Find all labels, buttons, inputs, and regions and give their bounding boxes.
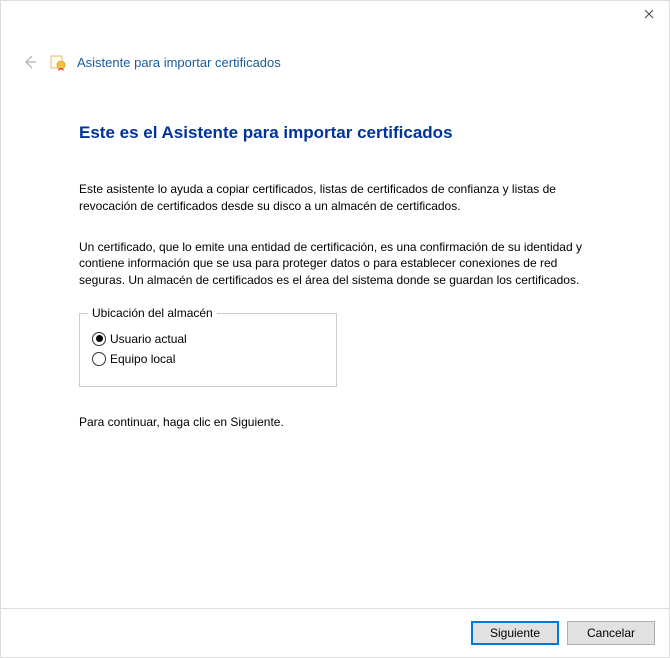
wizard-content: Este es el Asistente para importar certi… (1, 83, 669, 608)
close-button[interactable] (641, 7, 657, 23)
wizard-title: Asistente para importar certificados (77, 55, 281, 70)
radio-label-local-machine: Equipo local (110, 352, 175, 366)
certificate-icon (49, 53, 67, 71)
continue-instruction: Para continuar, haga clic en Siguiente. (79, 415, 591, 429)
radio-icon (92, 352, 106, 366)
radio-label-current-user: Usuario actual (110, 332, 187, 346)
back-button[interactable] (21, 53, 39, 71)
radio-current-user[interactable]: Usuario actual (92, 332, 324, 346)
wizard-footer: Siguiente Cancelar (1, 608, 669, 657)
wizard-window: Asistente para importar certificados Est… (0, 0, 670, 658)
intro-paragraph-1: Este asistente lo ayuda a copiar certifi… (79, 181, 591, 215)
radio-icon (92, 332, 106, 346)
wizard-header: Asistente para importar certificados (1, 1, 669, 83)
intro-paragraph-2: Un certificado, que lo emite una entidad… (79, 239, 591, 289)
page-heading: Este es el Asistente para importar certi… (79, 123, 591, 143)
cancel-button[interactable]: Cancelar (567, 621, 655, 645)
store-location-legend: Ubicación del almacén (88, 306, 217, 320)
back-arrow-icon (22, 54, 38, 70)
radio-local-machine[interactable]: Equipo local (92, 352, 324, 366)
store-location-group: Ubicación del almacén Usuario actual Equ… (79, 313, 337, 387)
next-button[interactable]: Siguiente (471, 621, 559, 645)
close-icon (644, 9, 654, 19)
